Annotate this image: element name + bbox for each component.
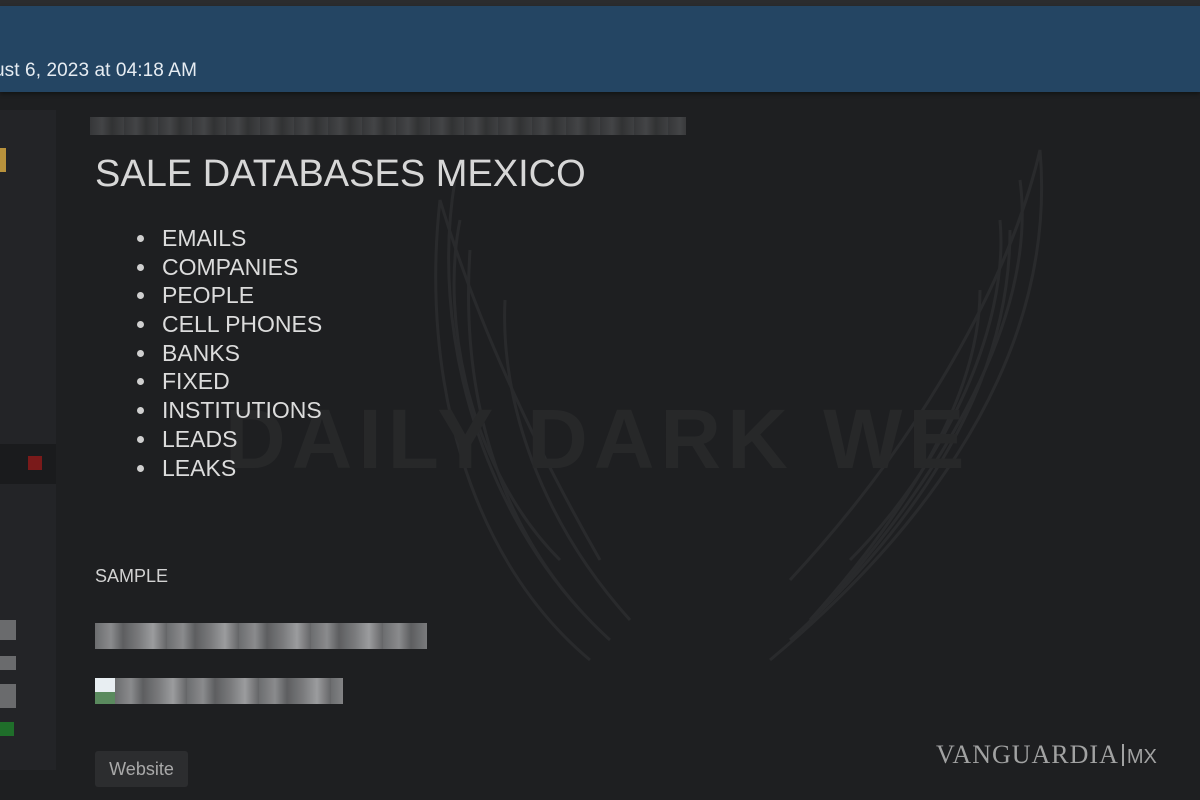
- redacted-sample-line: [115, 678, 343, 704]
- post-title: SALE DATABASES MEXICO: [95, 153, 586, 195]
- list-item: PEOPLE: [137, 281, 322, 310]
- vanguardia-logo: VANGUARDIA MX: [936, 740, 1157, 770]
- list-item: BANKS: [137, 339, 322, 368]
- database-list: EMAILS COMPANIES PEOPLE CELL PHONES BANK…: [137, 224, 323, 483]
- bullet-icon: [137, 464, 144, 472]
- bullet-icon: [137, 435, 144, 443]
- list-item-label: LEAKS: [162, 454, 237, 481]
- redacted-sample-pixel: [95, 692, 115, 704]
- list-item: FIXED: [137, 367, 322, 396]
- redacted-sample-pixel: [95, 678, 115, 692]
- list-item-label: COMPANIES: [162, 253, 299, 280]
- bullet-icon: [137, 321, 144, 329]
- list-item: LEAKS: [137, 454, 322, 483]
- list-item-label: CELL PHONES: [162, 311, 323, 338]
- bullet-icon: [137, 235, 144, 242]
- list-item-label: LEADS: [162, 425, 238, 452]
- bullet-icon: [137, 349, 144, 357]
- redacted-sample-line: [95, 623, 427, 649]
- website-button[interactable]: Website: [95, 751, 188, 787]
- list-item: COMPANIES: [137, 253, 322, 282]
- list-item-label: INSTITUTIONS: [162, 397, 322, 424]
- list-item: CELL PHONES: [137, 310, 323, 339]
- list-item: INSTITUTIONS: [137, 396, 322, 425]
- list-item: EMAILS: [137, 224, 322, 253]
- brand-suffix: MX: [1126, 746, 1157, 768]
- list-item-label: EMAILS: [162, 225, 247, 251]
- watermark-text: DAILY DARK WE: [225, 392, 970, 486]
- list-item: LEADS: [137, 425, 322, 454]
- list-item-label: FIXED: [162, 368, 230, 395]
- list-item-label: BANKS: [162, 339, 240, 366]
- redacted-header-text: [90, 117, 686, 135]
- brand-name: VANGUARDIA: [936, 740, 1119, 769]
- bullet-icon: [137, 263, 144, 271]
- sample-label: SAMPLE: [95, 566, 169, 586]
- logo-divider: [1121, 744, 1124, 766]
- screenshot-frame: ust 6, 2023 at 04:18 AM DAILY DARK WE SA…: [0, 0, 1200, 800]
- list-item-label: PEOPLE: [162, 282, 255, 309]
